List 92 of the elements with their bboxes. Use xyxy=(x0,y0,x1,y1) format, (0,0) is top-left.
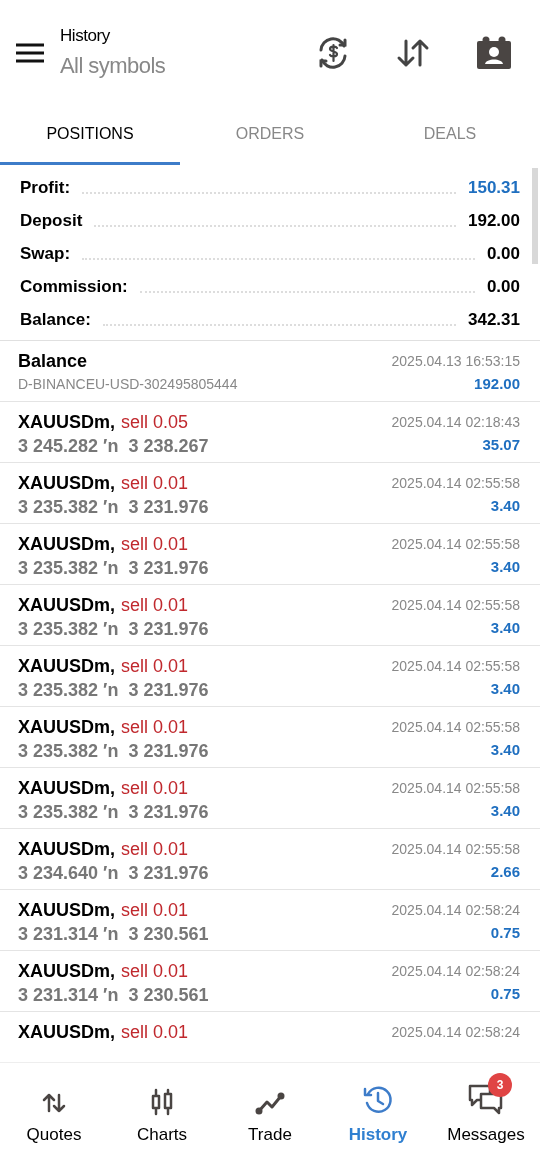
summary-value: 342.31 xyxy=(468,308,520,331)
trade-side: sell 0.01 xyxy=(121,838,189,861)
deal-time: 2025.04.14 02:58:24 xyxy=(391,901,520,920)
summary-value: 150.31 xyxy=(468,176,520,199)
account-name: D-BINANCEU-USD-302495805444 xyxy=(18,375,238,394)
trade-side: sell 0.01 xyxy=(121,777,189,800)
history-row[interactable]: XAUUSDm, sell 0.01 3 235.382 ′n 3 231.976 2025.04.14 02:55:58 3.40 xyxy=(0,463,540,524)
symbol-filter[interactable]: All symbols xyxy=(60,48,166,82)
summary-value: 0.00 xyxy=(486,275,520,298)
price-range: 3 235.382 ′n 3 231.976 xyxy=(18,679,209,702)
history-row[interactable]: XAUUSDm, sell 0.01 3 235.382 ′n 3 231.976 2025.04.14 02:55:58 3.40 xyxy=(0,646,540,707)
history-row[interactable]: XAUUSDm, sell 0.01 3 235.382 ′n 3 231.976 2025.04.14 02:55:58 3.40 xyxy=(0,768,540,829)
history-row[interactable]: XAUUSDm, sell 0.05 3 245.282 ′n 3 238.267 2025.04.14 02:18:43 35.07 xyxy=(0,402,540,463)
nav-tab[interactable]: Charts xyxy=(108,1063,216,1157)
trade-side: sell 0.01 xyxy=(121,716,189,739)
symbol-name: XAUUSDm, xyxy=(18,899,115,922)
summary-label: Commission: xyxy=(20,275,128,298)
symbol-name: XAUUSDm, xyxy=(18,594,115,617)
profit-amount: 2.66 xyxy=(490,862,520,882)
history-row[interactable]: XAUUSDm, sell 0.01 3 235.382 ′n 3 231.976 2025.04.14 02:55:58 3.40 xyxy=(0,585,540,646)
deal-time: 2025.04.14 02:55:58 xyxy=(391,657,520,676)
profit-amount: 35.07 xyxy=(482,435,520,455)
summary-value: 192.00 xyxy=(468,209,520,232)
symbol-name: XAUUSDm, xyxy=(18,1021,115,1044)
deal-time: 2025.04.14 02:55:58 xyxy=(391,779,520,798)
symbol-name: XAUUSDm, xyxy=(18,777,115,800)
price-range: 3 235.382 ′n 3 231.976 xyxy=(18,618,209,641)
price-range: 3 231.314 ′n 3 230.561 xyxy=(18,923,209,946)
deal-time: 2025.04.14 02:55:58 xyxy=(391,840,520,859)
price-range: 3 235.382 ′n 3 231.976 xyxy=(18,557,209,580)
deal-time: 2025.04.14 02:58:24 xyxy=(391,1023,520,1042)
symbol-name: XAUUSDm, xyxy=(18,960,115,983)
history-row[interactable]: XAUUSDm, sell 0.01 3 231.314 ′n 3 230.561 2025.04.14 02:58:24 0.75 xyxy=(0,890,540,951)
trade-side: sell 0.01 xyxy=(121,594,189,617)
trade-side: sell 0.01 xyxy=(121,655,189,678)
summary-label: Deposit xyxy=(20,209,83,232)
deal-time: 2025.04.13 16:53:15 xyxy=(391,352,520,371)
nav-tab[interactable]: History xyxy=(324,1063,432,1157)
nav-tab[interactable]: Messages 3 xyxy=(432,1063,540,1157)
price-range: 3 235.382 ′n 3 231.976 xyxy=(18,801,209,824)
trade-side: sell 0.01 xyxy=(121,960,189,983)
symbol-name: XAUUSDm, xyxy=(18,655,115,678)
summary-label: Profit: xyxy=(20,176,71,199)
deal-time: 2025.04.14 02:55:58 xyxy=(391,535,520,554)
deal-time: 2025.04.14 02:18:43 xyxy=(391,413,520,432)
deal-time: 2025.04.14 02:55:58 xyxy=(391,596,520,615)
trade-side: sell 0.01 xyxy=(121,899,189,922)
summary-label: Swap: xyxy=(20,242,71,265)
menu-icon[interactable] xyxy=(16,42,44,63)
nav-tab[interactable]: Trade xyxy=(216,1063,324,1157)
price-range: 3 245.282 ′n 3 238.267 xyxy=(18,435,209,458)
profit-amount: 3.40 xyxy=(490,679,520,699)
profit-amount: 3.40 xyxy=(490,496,520,516)
history-row[interactable]: XAUUSDm, sell 0.01 3 231.314 ′n 3 230.561 2025.04.14 02:58:24 0.75 xyxy=(0,951,540,1012)
nav-tab[interactable]: Quotes xyxy=(0,1063,108,1157)
profit-amount: 0.75 xyxy=(490,923,520,943)
deal-time: 2025.04.14 02:55:58 xyxy=(391,474,520,493)
symbol-name: XAUUSDm, xyxy=(18,838,115,861)
trade-side: sell 0.05 xyxy=(121,411,189,434)
price-range: 3 235.382 ′n 3 231.976 xyxy=(18,496,209,519)
trade-side: sell 0.01 xyxy=(121,472,189,495)
tab[interactable]: DEALS xyxy=(360,105,540,165)
screen-title: History xyxy=(60,25,111,48)
trade-side: sell 0.01 xyxy=(121,533,189,556)
operation-title: Balance xyxy=(18,350,89,373)
symbol-name: XAUUSDm, xyxy=(18,533,115,556)
price-range: 3 234.640 ′n 3 231.976 xyxy=(18,862,209,885)
symbol-name: XAUUSDm, xyxy=(18,411,115,434)
history-row[interactable]: XAUUSDm, sell 0.01 3 234.640 ′n 3 231.976 2025.04.14 02:55:58 2.66 xyxy=(0,829,540,890)
profit-amount: 3.40 xyxy=(490,618,520,638)
profit-amount: 0.75 xyxy=(490,984,520,1004)
symbol-name: XAUUSDm, xyxy=(18,716,115,739)
summary-value: 0.00 xyxy=(486,242,520,265)
contact-card-icon[interactable] xyxy=(476,35,512,70)
price-range: 3 235.382 ′n 3 231.976 xyxy=(18,740,209,763)
history-row[interactable]: XAUUSDm, sell 0.01 3 235.382 ′n 3 231.976 2025.04.14 02:55:58 3.40 xyxy=(0,524,540,585)
deal-time: 2025.04.14 02:55:58 xyxy=(391,718,520,737)
profit-amount: 3.40 xyxy=(490,801,520,821)
history-row[interactable]: XAUUSDm, sell 0.01 3 235.382 ′n 3 231.976 2025.04.14 02:55:58 3.40 xyxy=(0,707,540,768)
summary-label: Balance: xyxy=(20,308,91,331)
profit-amount: 192.00 xyxy=(474,374,520,394)
history-row[interactable]: Balance D-BINANCEU-USD-302495805444 2025.04.13 16:53:15 192.00 xyxy=(0,341,540,402)
unread-badge: 3 xyxy=(488,1073,512,1097)
price-range: 3 231.314 ′n 3 230.561 xyxy=(18,984,209,1007)
tab[interactable]: POSITIONS xyxy=(0,105,180,165)
profit-amount: 3.40 xyxy=(490,740,520,760)
trade-side: sell 0.01 xyxy=(121,1021,189,1044)
history-clock-icon xyxy=(362,1083,394,1116)
symbol-name: XAUUSDm, xyxy=(18,472,115,495)
profit-amount: 3.40 xyxy=(490,557,520,577)
tab[interactable]: ORDERS xyxy=(180,105,360,165)
deal-time: 2025.04.14 02:58:24 xyxy=(391,962,520,981)
